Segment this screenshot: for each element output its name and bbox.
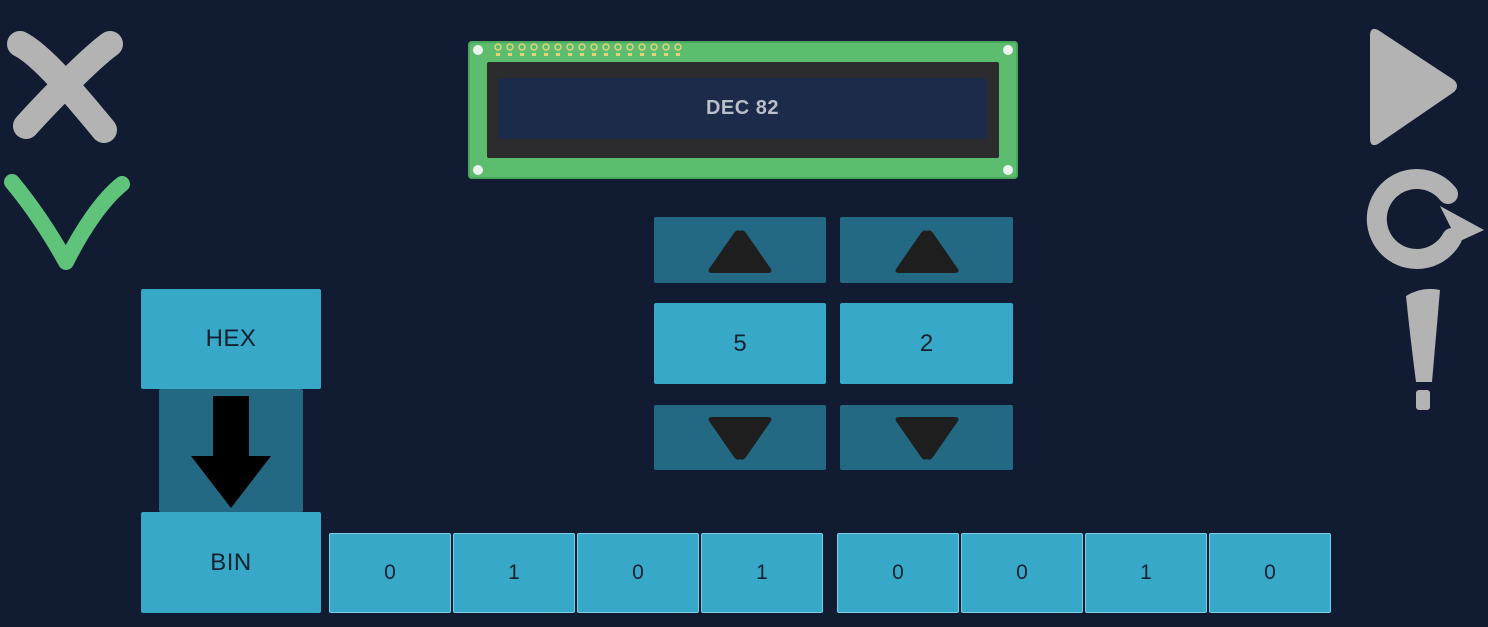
restart-icon	[1366, 169, 1484, 269]
arrow-down-icon	[191, 395, 271, 508]
triangle-up-icon	[708, 230, 772, 273]
conversion-arrow	[159, 389, 303, 512]
bit-cell[interactable]: 1	[701, 533, 823, 613]
triangle-down-icon	[895, 416, 958, 460]
to-mode-button[interactable]: BIN	[141, 512, 321, 613]
bit-cell[interactable]: 0	[1209, 533, 1331, 613]
bit-cell[interactable]: 0	[577, 533, 699, 613]
hint-button[interactable]	[1402, 286, 1446, 412]
close-icon	[7, 31, 123, 143]
lcd-mount-hole	[473, 165, 483, 175]
lcd-mount-hole	[1003, 45, 1013, 55]
lcd-text: DEC 82	[498, 78, 987, 139]
check-button[interactable]	[2, 166, 130, 274]
digit-1-decrement-button[interactable]	[654, 405, 826, 470]
digit-2-value: 2	[840, 303, 1013, 384]
restart-button[interactable]	[1360, 160, 1486, 272]
bit-cell[interactable]: 1	[453, 533, 575, 613]
triangle-down-icon	[708, 416, 772, 460]
check-icon	[4, 174, 130, 270]
bit-cell[interactable]: 1	[1085, 533, 1207, 613]
bit-cell[interactable]: 0	[837, 533, 959, 613]
digit-1-value: 5	[654, 303, 826, 384]
exclamation-icon	[1406, 288, 1440, 410]
bit-cell[interactable]: 0	[961, 533, 1083, 613]
digit-2-increment-button[interactable]	[840, 217, 1013, 283]
play-icon	[1370, 28, 1457, 146]
from-mode-button[interactable]: HEX	[141, 289, 321, 389]
lcd-pin-header	[494, 43, 684, 59]
triangle-up-icon	[895, 230, 958, 273]
play-button[interactable]	[1368, 22, 1462, 150]
close-button[interactable]	[4, 26, 128, 146]
digit-1-increment-button[interactable]	[654, 217, 826, 283]
lcd-mount-hole	[473, 45, 483, 55]
bit-cell[interactable]: 0	[329, 533, 451, 613]
lcd-mount-hole	[1003, 165, 1013, 175]
digit-2-decrement-button[interactable]	[840, 405, 1013, 470]
